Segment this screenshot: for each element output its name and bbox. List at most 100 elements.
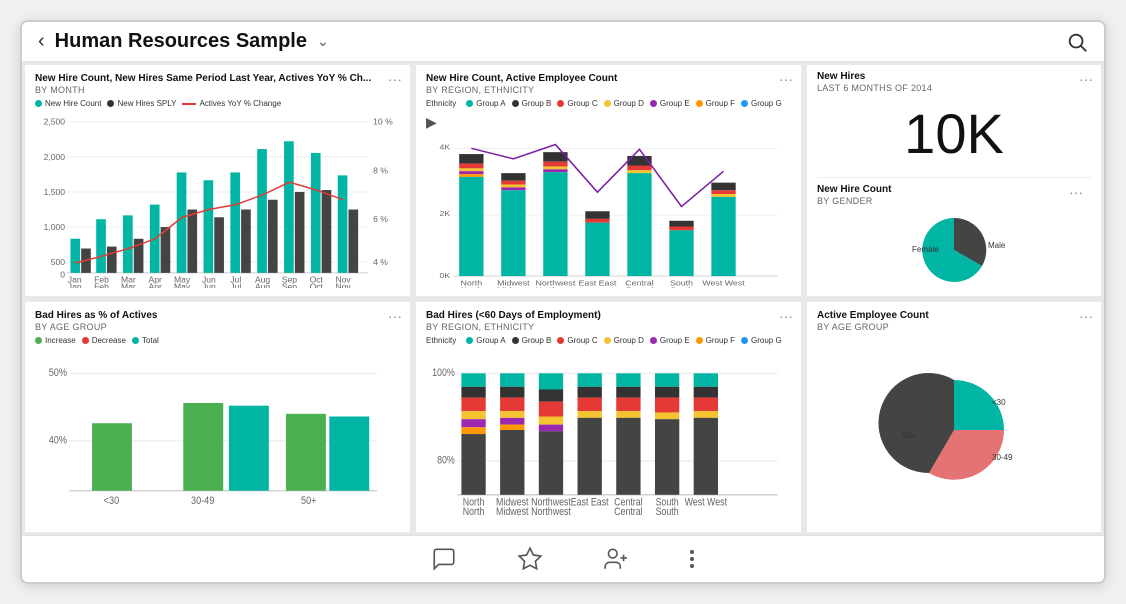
new-hires-sply-color: [107, 100, 114, 107]
device-frame: ‹ Human Resources Sample ⌄ New Hire Coun…: [20, 20, 1106, 584]
svg-text:Jan: Jan: [68, 283, 82, 288]
svg-text:2,500: 2,500: [44, 118, 66, 127]
svg-text:Feb: Feb: [94, 283, 109, 288]
legend-scroll-right[interactable]: ▶: [426, 114, 437, 131]
chart4-group-a: [466, 337, 473, 344]
svg-text:30-49: 30-49: [992, 453, 1013, 462]
new-hire-count-color: [35, 100, 42, 107]
header-left: ‹ Human Resources Sample ⌄: [38, 30, 329, 53]
chart2-title: New Hire Count, Active Employee Count: [426, 73, 791, 85]
chart4-subtitle: BY REGION, ETHNICITY: [426, 322, 791, 332]
chart5-card: Active Employee Count BY AGE GROUP ··· <…: [807, 302, 1101, 533]
svg-text:North: North: [463, 506, 485, 518]
search-icon[interactable]: [1066, 31, 1088, 53]
svg-text:North: North: [461, 286, 483, 288]
svg-text:6 %: 6 %: [373, 216, 388, 225]
svg-text:Sep: Sep: [282, 283, 298, 288]
svg-text:8 %: 8 %: [373, 167, 388, 176]
svg-text:Jul: Jul: [230, 283, 241, 288]
svg-text:Nov: Nov: [335, 283, 351, 288]
decrease-dot: [82, 337, 89, 344]
legend-new-hire-count: New Hire Count: [35, 99, 101, 108]
svg-text:Oct: Oct: [310, 283, 324, 288]
svg-text:4 %: 4 %: [373, 258, 388, 267]
chart5-title: Active Employee Count: [817, 310, 1091, 322]
new-hires-subtitle: LAST 6 MONTHS OF 2014: [817, 83, 1091, 93]
star-icon[interactable]: [517, 546, 543, 572]
chart1-card: New Hire Count, New Hires Same Period La…: [25, 65, 410, 296]
ethnicity2-label: Ethnicity: [426, 336, 456, 345]
svg-text:West West: West West: [702, 279, 745, 287]
svg-text:2,000: 2,000: [44, 153, 66, 162]
group-e-dot: [650, 100, 657, 107]
svg-text:<30: <30: [104, 495, 120, 507]
svg-text:East East: East East: [571, 496, 609, 508]
svg-text:40%: 40%: [49, 434, 67, 446]
bottom-toolbar: [22, 535, 1104, 582]
total-dot: [132, 337, 139, 344]
gender-chart-menu[interactable]: ···: [1069, 184, 1083, 200]
svg-text:Jun: Jun: [202, 283, 216, 288]
svg-text:1,000: 1,000: [44, 223, 66, 232]
back-button[interactable]: ‹: [38, 30, 45, 53]
ethnicity-label: Ethnicity: [426, 99, 456, 108]
chart2-legend: Ethnicity Group A Group B Group C Group …: [426, 99, 791, 131]
svg-text:East East: East East: [579, 279, 618, 287]
svg-text:Midwest: Midwest: [496, 506, 529, 518]
svg-text:Northwest: Northwest: [531, 506, 571, 518]
new-hires-count-container: 10K: [817, 97, 1091, 171]
chart4-group-d: [604, 337, 611, 344]
svg-text:Northwest: Northwest: [536, 286, 577, 288]
new-hires-top: New Hires LAST 6 MONTHS OF 2014 10K ···: [817, 71, 1091, 178]
group-f-dot: [696, 100, 703, 107]
svg-text:1,500: 1,500: [44, 188, 66, 197]
group-c-dot: [557, 100, 564, 107]
chart5-menu[interactable]: ···: [1079, 308, 1093, 324]
header: ‹ Human Resources Sample ⌄: [22, 22, 1104, 62]
svg-text:50+: 50+: [301, 495, 317, 507]
chart4-card: Bad Hires (<60 Days of Employment) BY RE…: [416, 302, 801, 533]
chart2-area: 4K 2K 0K: [426, 135, 791, 288]
svg-text:Midwest: Midwest: [497, 286, 530, 288]
svg-text:50%: 50%: [49, 367, 67, 379]
add-person-icon[interactable]: [603, 546, 629, 572]
svg-text:Apr: Apr: [149, 283, 163, 288]
svg-text:Central: Central: [614, 506, 642, 518]
svg-text:10 %: 10 %: [373, 118, 393, 127]
chart3-menu[interactable]: ···: [388, 308, 402, 324]
group-d-dot: [604, 100, 611, 107]
chart1-legend: New Hire Count New Hires SPLY Actives Yo…: [35, 99, 400, 108]
svg-text:South: South: [670, 286, 694, 288]
svg-text:West West: West West: [685, 496, 728, 508]
chart1-subtitle: BY MONTH: [35, 85, 400, 95]
gender-chart-section: New Hire Count BY GENDER ··· Female Male: [817, 178, 1091, 290]
new-hires-menu[interactable]: ···: [1079, 71, 1093, 87]
chart3-subtitle: BY AGE GROUP: [35, 322, 400, 332]
chart4-area: 100% 80%: [426, 349, 791, 525]
chart4-title: Bad Hires (<60 Days of Employment): [426, 310, 791, 322]
chart4-group-g: [741, 337, 748, 344]
comment-icon[interactable]: [431, 546, 457, 572]
age-pie-container: <30 30-49 50+: [817, 336, 1091, 525]
chart3-area: 50% 40% <30 30: [35, 349, 400, 525]
chart4-menu[interactable]: ···: [779, 308, 793, 324]
chart3-card: Bad Hires as % of Actives BY AGE GROUP I…: [25, 302, 410, 533]
new-hires-title: New Hires: [817, 71, 1091, 83]
group-a-dot: [466, 100, 473, 107]
chart3-legend: Increase Decrease Total: [35, 336, 400, 345]
chart3-title: Bad Hires as % of Actives: [35, 310, 400, 322]
chart2-menu[interactable]: ···: [779, 71, 793, 87]
svg-text:<30: <30: [992, 398, 1006, 407]
gender-chart-subtitle: BY GENDER: [817, 196, 1091, 206]
actives-yoy-color: [182, 103, 196, 105]
chart1-menu[interactable]: ···: [388, 71, 402, 87]
dashboard: New Hire Count, New Hires Same Period La…: [22, 62, 1104, 535]
chart2-card: New Hire Count, Active Employee Count BY…: [416, 65, 801, 296]
chevron-down-icon[interactable]: ⌄: [317, 33, 329, 50]
gender-chart-title: New Hire Count: [817, 184, 1091, 196]
chart4-group-e: [650, 337, 657, 344]
chart1-area: 2,500 2,000 1,500 1,000 500 0 10 % 8 % 6…: [35, 112, 400, 288]
chart1-title: New Hire Count, New Hires Same Period La…: [35, 73, 400, 85]
svg-text:South: South: [656, 506, 679, 518]
more-options-icon[interactable]: [689, 546, 695, 572]
